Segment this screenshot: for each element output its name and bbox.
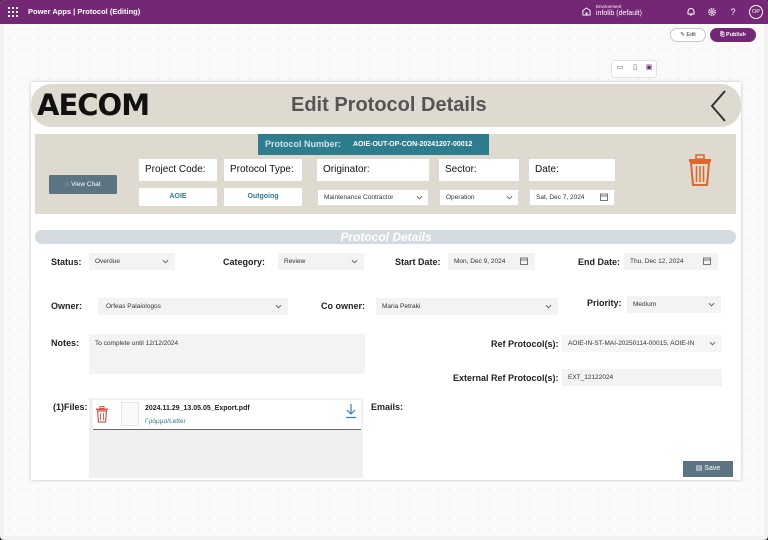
co-owner-label: Co owner: xyxy=(321,301,365,311)
power-apps-window: Power Apps | Protocol (Editing) Environm… xyxy=(0,0,768,540)
tablet-icon[interactable]: ▭ xyxy=(616,64,624,72)
originator-label: Originator: xyxy=(317,159,429,181)
chevron-down-icon xyxy=(416,195,423,200)
chevron-down-icon xyxy=(162,259,169,264)
end-date-picker[interactable]: Thu, Dec 12, 2024 xyxy=(624,253,718,270)
environment-value[interactable]: infolib (default) xyxy=(596,10,642,17)
originator-dropdown[interactable]: Maintenance Contractor xyxy=(317,189,429,206)
status-label: Status: xyxy=(51,257,82,267)
priority-value: Medium xyxy=(633,301,657,308)
date-value: Sat, Dec 7, 2024 xyxy=(536,194,585,201)
edit-label: Edit xyxy=(686,32,696,38)
start-date-picker[interactable]: Mon, Dec 9, 2024 xyxy=(448,253,535,270)
file-type: Γράμμα/Letter xyxy=(145,418,186,425)
header-band: AECOM Edit Protocol Details xyxy=(31,84,741,127)
co-owner-value: Maria Petraki xyxy=(382,303,421,310)
chevron-down-icon xyxy=(351,259,358,264)
priority-label: Priority: xyxy=(587,298,622,308)
notes-value: To complete until 12/12/2024 xyxy=(95,340,179,347)
owner-value: Orfeas Palaiologos xyxy=(106,303,161,310)
date-label: Date: xyxy=(529,159,615,181)
edit-button[interactable]: ✎ Edit xyxy=(670,28,706,42)
owner-combobox[interactable]: Orfeas Palaiologos xyxy=(98,298,288,315)
ref-protocols-value: AOIE-IN-ST-MAI-20250114-00015, AOIE-IN xyxy=(568,340,695,347)
project-code-label: Project Code: xyxy=(139,159,217,181)
avatar[interactable]: OP xyxy=(749,5,763,19)
protocol-number-bar: Protocol Number: AOIE-OUT-OP-CON-2024120… xyxy=(258,134,489,155)
sector-dropdown[interactable]: Operation xyxy=(439,189,519,206)
files-label: (1)Files: xyxy=(53,402,88,412)
project-code-value: AOIE xyxy=(139,188,217,206)
chevron-down-icon xyxy=(545,304,552,309)
sector-label: Sector: xyxy=(439,159,519,181)
calendar-icon xyxy=(600,193,608,201)
date-picker[interactable]: Sat, Dec 7, 2024 xyxy=(529,189,615,206)
chevron-down-icon xyxy=(709,341,716,346)
sector-value: Operation xyxy=(446,194,475,201)
originator-value: Maintenance Contractor xyxy=(324,194,394,201)
company-logo: AECOM xyxy=(37,88,150,122)
calendar-icon xyxy=(520,257,528,265)
priority-dropdown[interactable]: Medium xyxy=(627,296,721,313)
category-label: Category: xyxy=(223,257,266,267)
category-dropdown[interactable]: Review xyxy=(278,253,364,270)
status-value: Overdue xyxy=(95,258,120,265)
chevron-down-icon xyxy=(506,195,513,200)
publish-button[interactable]: ⎘ Publish xyxy=(710,28,756,42)
notes-label: Notes: xyxy=(51,338,80,348)
emails-label: Emails: xyxy=(371,402,404,412)
page-title: Edit Protocol Details xyxy=(291,94,487,116)
protocol-number-value: AOIE-OUT-OP-CON-20241207-00012 xyxy=(353,141,473,148)
external-ref-input[interactable]: EXT_12122024 xyxy=(562,369,722,386)
owner-label: Owner: xyxy=(51,301,83,311)
environment-icon[interactable] xyxy=(582,7,591,16)
help-icon[interactable]: ? xyxy=(728,7,738,17)
ref-protocols-combobox[interactable]: AOIE-IN-ST-MAI-20250114-00015, AOIE-IN xyxy=(562,335,722,352)
external-ref-label: External Ref Protocol(s): xyxy=(453,373,559,383)
app-launcher-icon[interactable] xyxy=(8,7,18,17)
end-date-label: End Date: xyxy=(578,257,621,267)
environment-label: Environment xyxy=(596,4,622,9)
start-date-label: Start Date: xyxy=(395,257,441,267)
view-chat-button[interactable]: ◌ View Chat xyxy=(49,175,117,194)
chevron-down-icon xyxy=(275,304,282,309)
external-ref-value: EXT_12122024 xyxy=(568,374,614,381)
top-bar: Power Apps | Protocol (Editing) Environm… xyxy=(0,0,768,24)
device-preview-bar: ▭ ▯ ▣ xyxy=(611,60,657,78)
delete-protocol-icon[interactable] xyxy=(687,154,713,186)
save-button[interactable]: ▤ Save xyxy=(683,461,733,477)
publish-label: Publish xyxy=(726,32,746,38)
delete-file-icon[interactable] xyxy=(95,406,109,423)
save-icon: ▤ xyxy=(695,465,705,472)
file-name[interactable]: 2024.11.29_13.05.05_Export.pdf xyxy=(145,405,250,412)
app-title: Power Apps | Protocol (Editing) xyxy=(28,7,141,16)
ref-protocols-label: Ref Protocol(s): xyxy=(491,339,559,349)
protocol-number-label: Protocol Number: xyxy=(265,139,342,149)
notes-textarea[interactable]: To complete until 12/12/2024 xyxy=(89,334,365,374)
end-date-value: Thu, Dec 12, 2024 xyxy=(630,258,684,265)
protocol-type-value: Outgoing xyxy=(224,188,302,206)
file-thumbnail xyxy=(121,402,139,426)
section-title: Protocol Details xyxy=(340,230,432,244)
gear-icon[interactable] xyxy=(707,7,717,17)
chevron-down-icon xyxy=(708,302,715,307)
save-label: Save xyxy=(704,465,721,472)
protocol-type-label: Protocol Type: xyxy=(224,159,302,181)
download-icon[interactable] xyxy=(345,403,357,419)
back-chevron-icon[interactable] xyxy=(707,88,731,124)
bell-icon[interactable] xyxy=(686,7,696,17)
phone-icon[interactable]: ▯ xyxy=(631,64,639,72)
view-chat-label: View Chat xyxy=(71,181,101,188)
app-screen: AECOM Edit Protocol Details Protocol Num… xyxy=(31,82,741,480)
co-owner-combobox[interactable]: Maria Petraki xyxy=(376,298,558,315)
category-value: Review xyxy=(284,258,306,265)
status-dropdown[interactable]: Overdue xyxy=(89,253,175,270)
calendar-icon xyxy=(703,257,711,265)
web-icon[interactable]: ▣ xyxy=(645,64,653,72)
start-date-value: Mon, Dec 9, 2024 xyxy=(454,258,506,265)
